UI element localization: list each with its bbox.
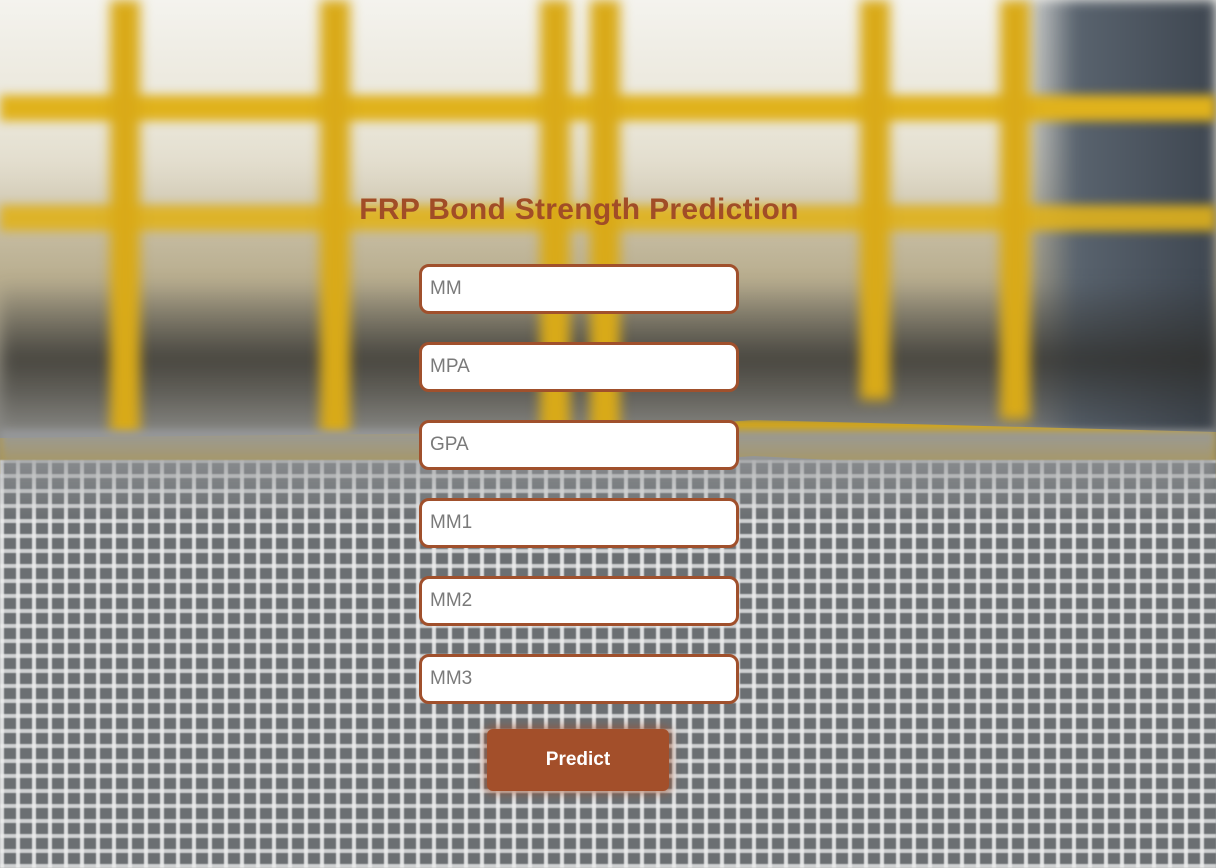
- gpa-input[interactable]: [419, 420, 739, 470]
- mm1-input[interactable]: [419, 498, 739, 548]
- mm3-input[interactable]: [419, 654, 739, 704]
- page-title: FRP Bond Strength Prediction: [359, 193, 799, 226]
- mm-input[interactable]: [419, 264, 739, 314]
- predict-button[interactable]: Predict: [487, 729, 669, 791]
- mm2-input[interactable]: [419, 576, 739, 626]
- mpa-input[interactable]: [419, 342, 739, 392]
- prediction-form: FRP Bond Strength Prediction Predict: [0, 0, 1216, 868]
